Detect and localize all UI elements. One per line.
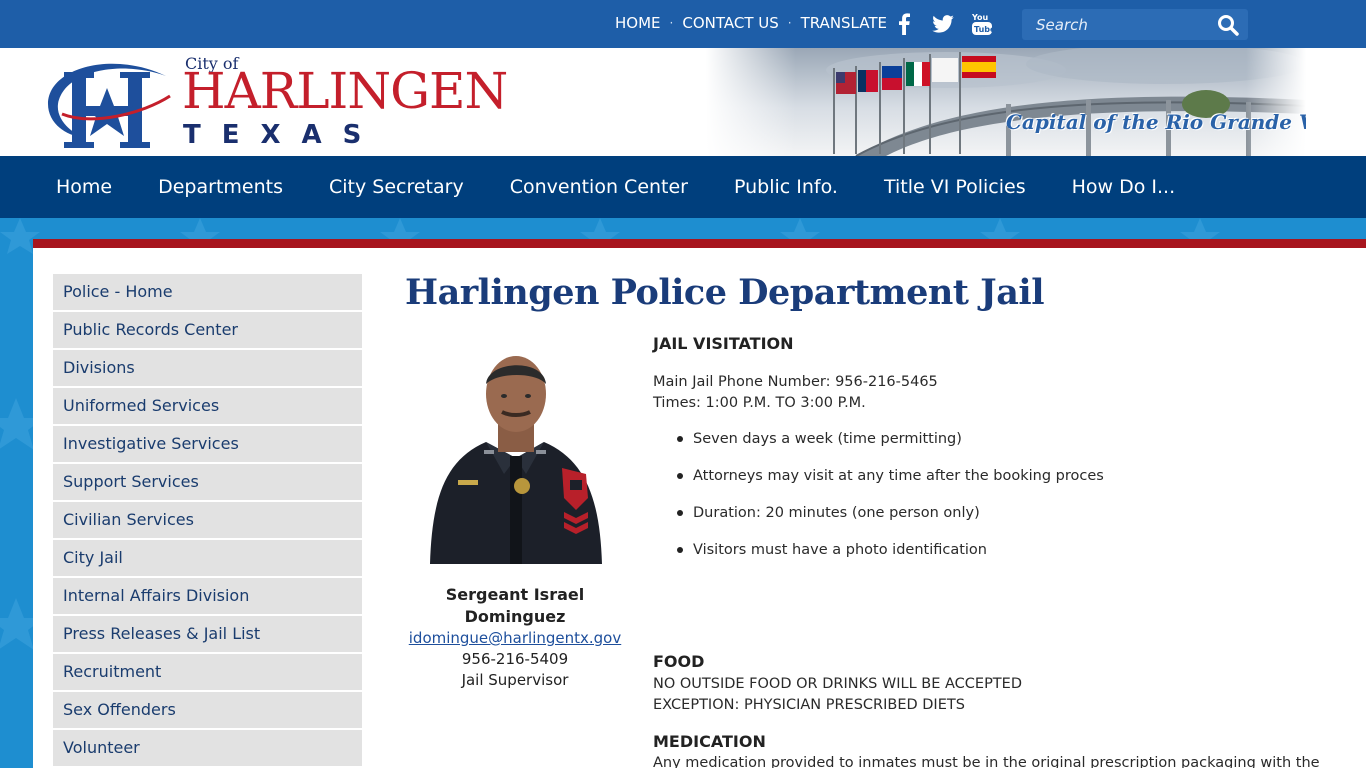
twitter-icon[interactable] bbox=[928, 9, 958, 39]
utility-links: HOME · CONTACT US · TRANSLATE bbox=[615, 14, 887, 32]
logo-emblem-icon bbox=[48, 63, 171, 148]
sidebar-item-internal-affairs-division[interactable]: Internal Affairs Division bbox=[53, 578, 362, 614]
visitation-times: Times: 1:00 P.M. TO 3:00 P.M. bbox=[653, 395, 866, 411]
food-line-1: NO OUTSIDE FOOD OR DRINKS WILL BE ACCEPT… bbox=[653, 676, 1022, 692]
medication-line-1: Any medication provided to inmates must … bbox=[653, 755, 1320, 768]
top-utility-bar: HOME · CONTACT US · TRANSLATE You Tube bbox=[0, 0, 1366, 48]
header-banner: Capital of the Rio Grande Valley bbox=[706, 48, 1306, 156]
sidebar-navigation: Police - Home Public Records Center Divi… bbox=[53, 274, 362, 768]
page-title: Harlingen Police Department Jail bbox=[405, 272, 1045, 313]
list-item: Duration: 20 minutes (one person only) bbox=[653, 502, 1104, 539]
separator-dot: · bbox=[787, 16, 792, 30]
youtube-icon[interactable]: You Tube bbox=[967, 9, 997, 39]
sidebar-item-sex-offenders[interactable]: Sex Offenders bbox=[53, 692, 362, 728]
city-logo[interactable]: City of HARLINGEN TEXAS bbox=[40, 52, 570, 152]
sidebar-item-support-services[interactable]: Support Services bbox=[53, 464, 362, 500]
nav-item-convention-center[interactable]: Convention Center bbox=[510, 176, 688, 198]
sidebar-item-uniformed-services[interactable]: Uniformed Services bbox=[53, 388, 362, 424]
sidebar-item-recruitment[interactable]: Recruitment bbox=[53, 654, 362, 690]
nav-item-public-info[interactable]: Public Info. bbox=[734, 176, 838, 198]
list-item: Seven days a week (time permitting) bbox=[653, 428, 1104, 465]
supervisor-name-line2: Dominguez bbox=[464, 607, 566, 626]
supervisor-card: Sergeant Israel Dominguez idomingue@harl… bbox=[400, 584, 630, 691]
supervisor-phone: 956-216-5409 bbox=[461, 650, 569, 668]
sidebar-item-divisions[interactable]: Divisions bbox=[53, 350, 362, 386]
sidebar-item-public-records-center[interactable]: Public Records Center bbox=[53, 312, 362, 348]
supervisor-email-link[interactable]: idomingue@harlingentx.gov bbox=[409, 629, 621, 647]
nav-item-city-secretary[interactable]: City Secretary bbox=[329, 176, 464, 198]
medication-heading: MEDICATION bbox=[653, 732, 766, 751]
food-heading: FOOD bbox=[653, 652, 705, 671]
facebook-icon[interactable] bbox=[889, 9, 919, 39]
logo-city-name: HARLINGEN bbox=[182, 62, 508, 120]
nav-item-departments[interactable]: Departments bbox=[158, 176, 283, 198]
supervisor-role: Jail Supervisor bbox=[461, 671, 569, 689]
list-item: Visitors must have a photo identificatio… bbox=[653, 539, 1104, 576]
translate-link[interactable]: TRANSLATE bbox=[801, 14, 887, 32]
sidebar-item-volunteer[interactable]: Volunteer bbox=[53, 730, 362, 766]
flags-and-bridge-image bbox=[706, 48, 1306, 156]
separator-dot: · bbox=[669, 16, 674, 30]
banner-tagline: Capital of the Rio Grande Valley bbox=[1006, 110, 1306, 134]
search-input[interactable] bbox=[1022, 9, 1212, 40]
search-icon[interactable] bbox=[1216, 13, 1240, 37]
visitation-rules-list: Seven days a week (time permitting) Atto… bbox=[653, 428, 1104, 576]
nav-item-how-do-i[interactable]: How Do I... bbox=[1072, 176, 1176, 198]
site-header: City of HARLINGEN TEXAS Capital of the R… bbox=[0, 48, 1366, 156]
sidebar-item-city-jail[interactable]: City Jail bbox=[53, 540, 362, 576]
supervisor-name-line1: Sergeant Israel bbox=[445, 585, 585, 604]
sidebar-item-investigative-services[interactable]: Investigative Services bbox=[53, 426, 362, 462]
logo-state: TEXAS bbox=[183, 120, 383, 150]
contact-us-link[interactable]: CONTACT US bbox=[682, 14, 778, 32]
svg-text:You: You bbox=[971, 13, 989, 22]
supervisor-photo bbox=[426, 350, 604, 564]
main-navigation: Home Departments City Secretary Conventi… bbox=[0, 156, 1366, 218]
main-jail-phone: Main Jail Phone Number: 956-216-5465 bbox=[653, 374, 938, 390]
nav-item-title-vi-policies[interactable]: Title VI Policies bbox=[884, 176, 1026, 198]
sidebar-item-police-home[interactable]: Police - Home bbox=[53, 274, 362, 310]
visitation-heading: JAIL VISITATION bbox=[653, 334, 794, 353]
list-item: Attorneys may visit at any time after th… bbox=[653, 465, 1104, 502]
sidebar-item-civilian-services[interactable]: Civilian Services bbox=[53, 502, 362, 538]
home-link[interactable]: HOME bbox=[615, 14, 661, 32]
nav-item-home[interactable]: Home bbox=[56, 176, 112, 198]
sidebar-item-press-releases-jail-list[interactable]: Press Releases & Jail List bbox=[53, 616, 362, 652]
search-box bbox=[1022, 9, 1248, 40]
food-line-2: EXCEPTION: PHYSICIAN PRESCRIBED DIETS bbox=[653, 697, 965, 713]
svg-text:Tube: Tube bbox=[974, 25, 993, 34]
